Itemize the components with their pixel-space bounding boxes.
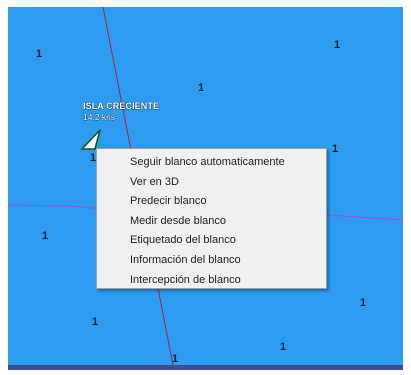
depth-sounding: 1 <box>280 341 287 353</box>
menu-item-predict-target[interactable]: Predecir blanco <box>97 192 326 212</box>
target-speed: 14.2 kns <box>83 112 116 122</box>
chart-viewport[interactable]: 1 1 1 1 1 1 1 1 1 1 ISLA CRECIENTE 14.2 … <box>8 7 403 370</box>
target-label[interactable]: ISLA CRECIENTE 14.2 kns <box>83 101 159 123</box>
menu-item-view-3d[interactable]: Ver en 3D <box>97 173 326 193</box>
menu-item-target-info[interactable]: Información del blanco <box>97 251 326 271</box>
context-menu: Seguir blanco automaticamente Ver en 3D … <box>96 148 327 289</box>
depth-sounding: 1 <box>334 39 341 51</box>
depth-sounding: 1 <box>42 230 49 242</box>
menu-item-target-labeling[interactable]: Etiquetado del blanco <box>97 231 326 251</box>
target-name: ISLA CRECIENTE <box>83 101 160 111</box>
bottom-status-bar <box>8 365 403 370</box>
menu-item-target-intercept[interactable]: Intercepción de blanco <box>97 271 326 291</box>
depth-sounding: 1 <box>198 82 205 94</box>
depth-sounding: 1 <box>92 316 99 328</box>
menu-item-measure-from-target[interactable]: Medir desde blanco <box>97 212 326 232</box>
depth-sounding: 1 <box>172 353 179 365</box>
depth-sounding: 1 <box>36 48 43 60</box>
depth-sounding: 1 <box>360 297 367 309</box>
depth-sounding: 1 <box>332 143 339 155</box>
menu-item-auto-follow-target[interactable]: Seguir blanco automaticamente <box>97 153 326 173</box>
